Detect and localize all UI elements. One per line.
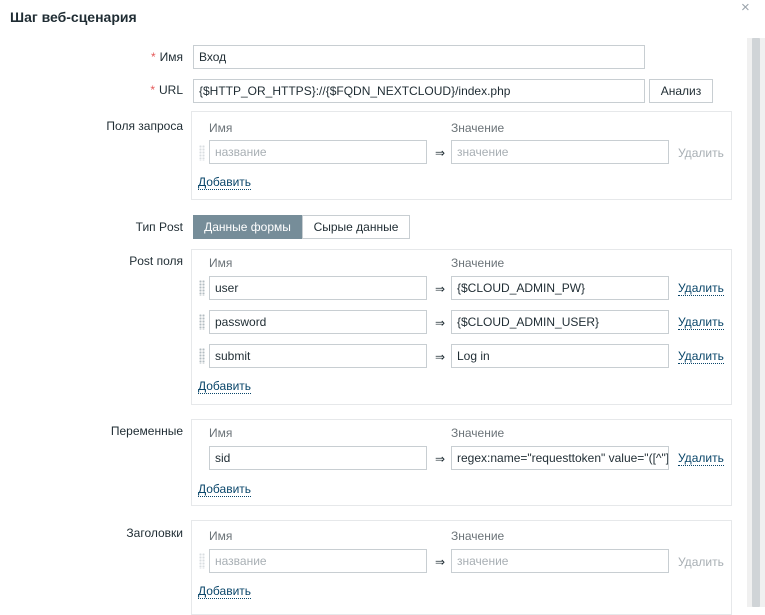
arrow-icon: ⇒ xyxy=(435,555,446,569)
query-remove-link: Удалить xyxy=(678,146,724,160)
drag-handle-icon xyxy=(199,145,205,161)
name-label: * Имя xyxy=(0,50,183,64)
header-add-link[interactable]: Добавить xyxy=(198,584,252,599)
variables-label: Переменные xyxy=(110,424,183,438)
variable-value-input[interactable]: regex:name="requesttoken" value="([^"]+)… xyxy=(451,446,669,470)
post-value-input[interactable]: Log in xyxy=(451,344,669,368)
drag-handle-icon xyxy=(199,553,205,569)
form-data-toggle[interactable]: Данные формы xyxy=(193,215,302,239)
post-add-link[interactable]: Добавить xyxy=(198,379,252,394)
name-input[interactable]: Вход xyxy=(193,45,645,69)
post-remove-link[interactable]: Удалить xyxy=(678,281,724,296)
col-name-header: Имя xyxy=(209,426,233,440)
required-mark: * xyxy=(150,50,156,64)
url-label-text: URL xyxy=(158,83,183,97)
arrow-icon: ⇒ xyxy=(435,316,446,330)
post-name-input[interactable]: user xyxy=(209,276,427,300)
col-value-header: Значение xyxy=(451,256,505,270)
name-label-text: Имя xyxy=(159,50,183,64)
col-name-header: Имя xyxy=(209,256,233,270)
header-name-input[interactable]: название xyxy=(209,549,427,573)
arrow-icon: ⇒ xyxy=(435,452,446,466)
url-input[interactable]: {$HTTP_OR_HTTPS}://{$FQDN_NEXTCLOUD}/ind… xyxy=(193,79,645,103)
query-add-link[interactable]: Добавить xyxy=(198,175,252,190)
header-value-input[interactable]: значение xyxy=(451,549,669,573)
arrow-icon: ⇒ xyxy=(435,146,446,160)
arrow-icon: ⇒ xyxy=(435,350,446,364)
drag-handle-icon[interactable] xyxy=(199,280,205,296)
headers-label: Заголовки xyxy=(126,526,183,540)
required-mark: * xyxy=(150,83,155,97)
scrollbar-thumb[interactable] xyxy=(752,38,760,607)
col-name-header: Имя xyxy=(209,121,233,135)
header-remove-link: Удалить xyxy=(678,555,724,569)
query-value-input[interactable]: значение xyxy=(451,140,669,164)
col-name-header: Имя xyxy=(209,529,233,543)
col-value-header: Значение xyxy=(451,121,505,135)
query-fields-panel: Имя Значение название ⇒ значение Удалить… xyxy=(191,111,732,200)
query-name-input[interactable]: название xyxy=(209,140,427,164)
variable-name-input[interactable]: sid xyxy=(209,446,427,470)
variable-remove-link[interactable]: Удалить xyxy=(678,451,724,466)
post-fields-panel: Имя Значение user ⇒ {$CLOUD_ADMIN_PW} Уд… xyxy=(191,249,732,405)
post-name-input[interactable]: password xyxy=(209,310,427,334)
raw-data-toggle[interactable]: Сырые данные xyxy=(302,215,410,239)
drag-handle-icon[interactable] xyxy=(199,348,205,364)
arrow-icon: ⇒ xyxy=(435,282,446,296)
url-label: * URL xyxy=(0,83,183,97)
post-remove-link[interactable]: Удалить xyxy=(678,315,724,330)
headers-panel: Имя Значение название ⇒ значение Удалить… xyxy=(191,520,732,615)
post-name-input[interactable]: submit xyxy=(209,344,427,368)
scrollbar[interactable] xyxy=(747,38,765,607)
post-value-input[interactable]: {$CLOUD_ADMIN_PW} xyxy=(451,276,669,300)
dialog-title: Шаг веб-сценария xyxy=(10,9,137,25)
close-icon[interactable]: × xyxy=(741,0,750,16)
variables-panel: Имя Значение sid ⇒ regex:name="requestto… xyxy=(191,419,732,506)
drag-handle-icon[interactable] xyxy=(199,314,205,330)
col-value-header: Значение xyxy=(451,529,505,543)
post-fields-label: Post поля xyxy=(129,254,183,268)
query-fields-label: Поля запроса xyxy=(106,119,183,133)
post-remove-link[interactable]: Удалить xyxy=(678,349,724,364)
variable-add-link[interactable]: Добавить xyxy=(198,482,252,497)
parse-button[interactable]: Анализ xyxy=(649,79,713,103)
col-value-header: Значение xyxy=(451,426,505,440)
post-type-label: Тип Post xyxy=(135,220,183,234)
post-value-input[interactable]: {$CLOUD_ADMIN_USER} xyxy=(451,310,669,334)
